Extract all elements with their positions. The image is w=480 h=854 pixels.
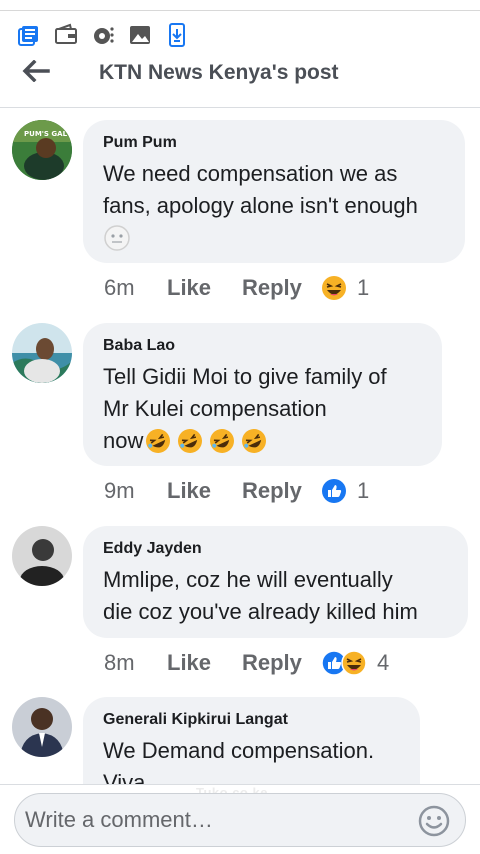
comment-time[interactable]: 8m [104,650,167,676]
comment-line: fans, apology alone isn't enough [103,193,418,218]
haha-reaction-icon [341,650,367,676]
comment-composer[interactable] [14,793,466,847]
avatar[interactable] [12,323,72,383]
back-button[interactable] [14,58,58,84]
comments-list[interactable]: PUM'S GAL Pum Pum We need compensation w… [0,108,480,784]
comment-author[interactable]: Eddy Jayden [103,538,448,560]
reply-button[interactable]: Reply [242,478,321,504]
like-button[interactable]: Like [167,478,242,504]
comment-line: Mr Kulei compensation [103,396,327,421]
reaction-count: 4 [377,650,390,675]
like-button[interactable]: Like [167,275,242,301]
divider [0,10,480,11]
comment-time[interactable]: 6m [104,275,167,301]
comment-line: We Demand compensation. [103,738,375,763]
post-header: KTN News Kenya's post [0,58,480,108]
comment-line: die coz you've already killed him [103,599,418,624]
reaction-summary[interactable]: 1 [321,478,369,504]
avatar[interactable] [12,526,72,586]
comment-bubble[interactable]: Generali Kipkirui Langat We Demand compe… [83,697,420,784]
like-reaction-icon [322,479,346,503]
comment-bubble[interactable]: Pum Pum We need compensation we as fans,… [83,120,465,263]
avatar[interactable]: PUM'S GAL [12,120,72,180]
avatar[interactable] [12,697,72,757]
like-button[interactable]: Like [167,650,242,676]
comment-bubble[interactable]: Eddy Jayden Mmlipe, coz he will eventual… [83,526,468,638]
haha-reaction-icon [322,276,346,300]
comment-text: We need compensation we as fans, apology… [103,158,445,254]
comment-text: Tell Gidii Moi to give family of Mr Kule… [103,361,422,457]
comment-author[interactable]: Baba Lao [103,335,422,357]
comment-input[interactable] [25,794,405,846]
reaction-count: 1 [357,275,370,300]
comment-line: Viva [103,770,146,784]
comment-actions: 6m Like Reply 1 [104,271,369,305]
download-icon [164,22,189,47]
comment-text: We Demand compensation. Viva [103,735,400,784]
page-title: KTN News Kenya's post [99,61,339,84]
comment-composer-bar: Tuko.co.ke [0,784,480,854]
comment-author[interactable]: Generali Kipkirui Langat [103,709,400,731]
notification-bar [0,0,480,58]
rofl-emoji [210,429,235,453]
reply-button[interactable]: Reply [242,650,321,676]
reply-button[interactable]: Reply [242,275,321,301]
rofl-emoji [146,429,171,453]
comment-line: Mmlipe, coz he will eventually [103,567,393,592]
emoji-button[interactable] [417,804,451,838]
smiley-icon [418,805,450,837]
image-icon [127,22,152,47]
news-icon [16,22,41,47]
reaction-count: 1 [357,478,370,503]
comment-line: Tell Gidii Moi to give family of [103,364,387,389]
wallet-icon [53,22,78,47]
notification-icons [16,22,189,47]
rofl-emoji [242,429,267,453]
comment-line: now [103,428,144,453]
vpn-icon [90,22,115,47]
comment-text: Mmlipe, coz he will eventually die coz y… [103,564,448,628]
comment-bubble[interactable]: Baba Lao Tell Gidii Moi to give family o… [83,323,442,466]
reaction-summary[interactable]: 4 [321,650,389,676]
comment-actions: 8m Like Reply 4 [104,646,389,680]
comment-line: We need compensation we as [103,161,398,186]
back-arrow-icon [22,60,50,82]
avatar-badge-text: PUM'S GAL [24,130,68,138]
rofl-emoji [178,429,203,453]
reaction-summary[interactable]: 1 [321,275,369,301]
comment-author[interactable]: Pum Pum [103,132,445,154]
comment-time[interactable]: 9m [104,478,167,504]
neutral-face-emoji [104,225,130,251]
comment-actions: 9m Like Reply 1 [104,474,369,508]
